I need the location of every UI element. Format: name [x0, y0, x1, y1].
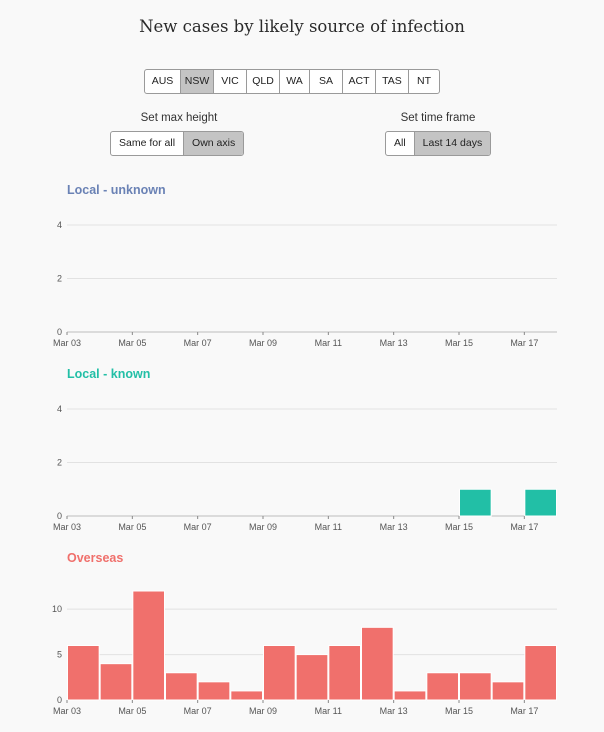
- local-known-xtick-label: Mar 13: [380, 522, 408, 532]
- overseas-xtick-label: Mar 03: [53, 706, 81, 716]
- region-selector: AUS NSW VIC QLD WA SA ACT TAS NT: [144, 69, 440, 94]
- local-unknown-xtick-label: Mar 13: [380, 338, 408, 348]
- overseas-bar-mar-06[interactable]: [165, 672, 198, 701]
- chart-overseas: 0 5 10 Mar 03 Mar 05 Mar 07 Mar 09 Mar 11 Mar 13…: [52, 590, 557, 716]
- local-unknown-ytick-label: 2: [57, 274, 62, 284]
- region-button-qld[interactable]: QLD: [247, 70, 280, 93]
- overseas-xtick-label: Mar 15: [445, 706, 473, 716]
- overseas-bar-mar-15[interactable]: [459, 672, 492, 701]
- overseas-xtick-label: Mar 05: [118, 706, 146, 716]
- local-known-xtick-label: Mar 05: [118, 522, 146, 532]
- overseas-bar-mar-12[interactable]: [361, 626, 394, 701]
- overseas-bar-mar-11[interactable]: [328, 645, 362, 701]
- chart-title: New cases by likely source of infection: [139, 17, 465, 36]
- local-known-bar-mar-15[interactable]: [459, 488, 492, 517]
- local-known-ytick-label: 0: [57, 511, 62, 521]
- time-frame-toggle: All Last 14 days: [385, 131, 492, 156]
- overseas-bar-mar-04[interactable]: [99, 663, 133, 701]
- max-height-same-for-all-button[interactable]: Same for all: [111, 132, 183, 155]
- region-button-nt[interactable]: NT: [409, 70, 439, 93]
- chart-local-known: 0 2 4 Mar 03 Mar 05 Mar 07 Mar 09 Mar 11 Mar 13 M…: [53, 404, 557, 532]
- overseas-xtick-label: Mar 17: [510, 706, 538, 716]
- local-unknown-xtick-label: Mar 15: [445, 338, 473, 348]
- time-frame-label: Set time frame: [400, 112, 476, 124]
- overseas-xtick-label: Mar 11: [315, 706, 342, 716]
- local-known-xtick-label: Mar 11: [315, 522, 342, 532]
- chart-local-unknown: 0 2 4 Mar 03 Mar 05 Mar 07 Mar 09 Mar 11 Mar 13 M…: [53, 220, 557, 348]
- overseas-xtick-label: Mar 13: [380, 706, 408, 716]
- overseas-bar-mar-08[interactable]: [230, 690, 263, 701]
- local-unknown-ytick-label: 0: [57, 327, 62, 337]
- local-known-xtick-label: Mar 17: [510, 522, 538, 532]
- local-unknown-xtick-label: Mar 07: [184, 338, 212, 348]
- local-known-xtick-label: Mar 07: [184, 522, 212, 532]
- overseas-bar-mar-05[interactable]: [132, 590, 165, 701]
- region-button-vic[interactable]: VIC: [214, 70, 247, 93]
- local-unknown-xtick-label: Mar 11: [315, 338, 342, 348]
- overseas-xtick-label: Mar 09: [249, 706, 277, 716]
- time-frame-last-14-days-button[interactable]: Last 14 days: [413, 132, 491, 155]
- local-known-ytick-label: 2: [57, 458, 62, 468]
- overseas-ytick-label: 0: [57, 695, 62, 705]
- max-height-toggle: Same for all Own axis: [110, 131, 245, 156]
- overseas-bar-mar-10[interactable]: [295, 654, 329, 701]
- overseas-bar-mar-14[interactable]: [426, 672, 460, 701]
- overseas-bar-mar-09[interactable]: [263, 645, 296, 701]
- local-known-xtick-label: Mar 03: [53, 522, 81, 532]
- region-button-tas[interactable]: TAS: [376, 70, 409, 93]
- region-button-act[interactable]: ACT: [343, 70, 376, 93]
- max-height-own-axis-button[interactable]: Own axis: [183, 132, 244, 155]
- region-button-wa[interactable]: WA: [280, 70, 310, 93]
- local-known-ytick-label: 4: [57, 404, 62, 414]
- overseas-bar-mar-07[interactable]: [197, 681, 231, 701]
- local-unknown-ytick-label: 4: [57, 220, 62, 230]
- max-height-label: Set max height: [140, 112, 218, 124]
- region-button-sa[interactable]: SA: [310, 70, 343, 93]
- local-known-xtick-label: Mar 09: [249, 522, 277, 532]
- overseas-ytick-label: 5: [57, 650, 62, 660]
- overseas-xtick-label: Mar 07: [184, 706, 212, 716]
- local-known-bar-mar-17[interactable]: [524, 488, 557, 517]
- local-unknown-xtick-label: Mar 03: [53, 338, 81, 348]
- region-button-aus[interactable]: AUS: [145, 70, 181, 93]
- overseas-bar-mar-03[interactable]: [67, 645, 100, 701]
- time-frame-all-button[interactable]: All: [386, 132, 414, 155]
- local-known-xtick-label: Mar 15: [445, 522, 473, 532]
- overseas-bar-mar-17[interactable]: [524, 645, 557, 701]
- region-button-nsw[interactable]: NSW: [181, 70, 214, 93]
- overseas-bar-mar-16[interactable]: [491, 681, 525, 701]
- local-unknown-xtick-label: Mar 17: [510, 338, 538, 348]
- local-unknown-xtick-label: Mar 09: [249, 338, 277, 348]
- local-unknown-xtick-label: Mar 05: [118, 338, 146, 348]
- overseas-ytick-label: 10: [52, 604, 62, 614]
- overseas-bar-mar-13[interactable]: [393, 690, 427, 701]
